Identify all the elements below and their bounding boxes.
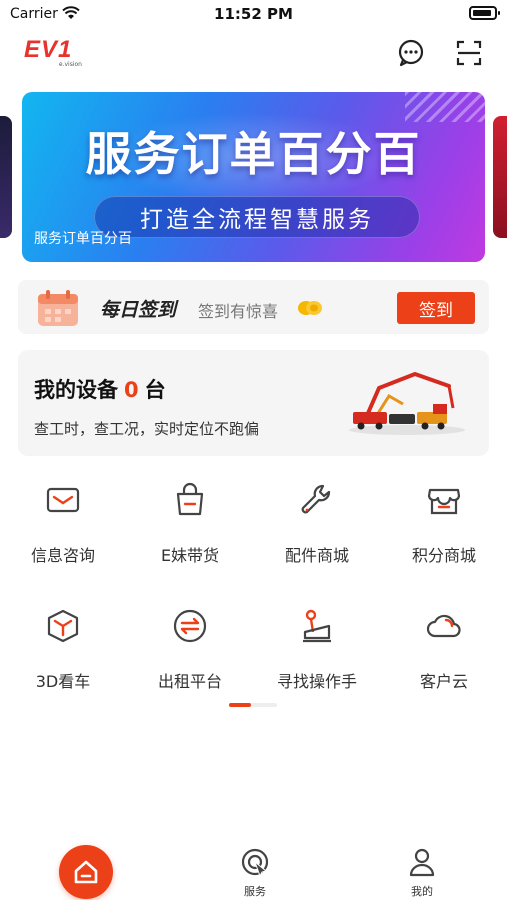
grid-item-e-goods[interactable]: E妹带货 [127,476,253,576]
grid-page-indicator-active [229,703,251,707]
grid-item-label: 信息咨询 [30,546,95,565]
grid-item-label: 配件商城 [284,546,349,565]
grid-page-indicator [229,703,277,707]
device-count: 0 [124,378,139,402]
device-title-suffix: 台 [144,378,166,402]
tab-mine[interactable]: 我的 [392,847,452,899]
banner-subline: 打造全流程智慧服务 [94,196,420,238]
grid-item-info[interactable]: 信息咨询 [0,476,126,576]
checkin-button[interactable]: 签到 [397,292,475,324]
cube-icon [47,609,79,643]
grid-item-label: E妹带货 [160,546,220,565]
daily-checkin-bar: 每日签到 签到有惊喜 签到 [18,280,489,334]
bottom-tab-bar: 服务 我的 [0,835,507,900]
banner-next-slide[interactable] [493,116,507,238]
logo-subtext: e.vision [58,61,82,68]
battery-icon [469,6,500,20]
grid-item-label: 3D看车 [35,672,91,691]
service-icon [241,848,269,878]
calendar-icon [34,288,86,332]
exchange-icon [173,609,207,643]
tab-home[interactable] [59,845,113,899]
tab-service[interactable]: 服务 [225,847,285,899]
brand-logo: EV1 e.vision [24,36,84,68]
banner-prev-slide[interactable] [0,116,12,238]
banner-headline: 服务订单百分百 [85,127,422,181]
tab-mine-label: 我的 [411,885,433,898]
device-title: 我的设备 0 台 [34,374,166,404]
machinery-illustration [349,372,465,435]
app-header: EV1 e.vision [0,28,507,80]
grid-item-label: 积分商城 [411,546,476,565]
grid-item-rental[interactable]: 出租平台 [127,602,253,702]
grid-item-points-mall[interactable]: 积分商城 [381,476,507,576]
scan-icon [456,40,482,66]
person-icon [409,848,435,877]
mail-icon [46,487,80,513]
banner-carousel[interactable]: 服务订单百分百 打造全流程智慧服务 服务订单百分百 [0,92,507,262]
checkin-hint: 签到有惊喜 [198,302,279,321]
checkin-title: 每日签到 [100,299,177,321]
joystick-icon [303,609,331,643]
grid-item-label: 出租平台 [157,672,222,691]
clock: 11:52 PM [214,5,293,23]
banner-slide[interactable]: 服务订单百分百 打造全流程智慧服务 服务订单百分百 [22,92,485,262]
my-devices-card[interactable]: 我的设备 0 台 查工时，查工况，实时定位不跑偏 [18,350,489,456]
scan-button[interactable] [454,38,484,68]
home-icon [74,860,98,884]
grid-item-3d-view[interactable]: 3D看车 [0,602,126,702]
grid-item-find-operator[interactable]: 寻找操作手 [254,602,380,702]
grid-item-parts-mall[interactable]: 配件商城 [254,476,380,576]
device-description: 查工时，查工况，实时定位不跑偏 [34,420,260,438]
message-button[interactable] [396,38,426,68]
store-icon [427,488,461,515]
coin-icon [297,300,323,320]
grid-item-label: 客户云 [419,672,468,691]
chat-bubble-icon [398,39,424,67]
shopping-bag-icon [176,482,204,516]
banner-caption: 服务订单百分百 [34,231,132,247]
cloud-icon [426,614,461,638]
grid-item-label: 寻找操作手 [276,672,357,691]
wrench-icon [301,484,331,514]
logo-text: EV1 [24,36,73,63]
tab-service-label: 服务 [244,885,266,898]
grid-item-customer-cloud[interactable]: 客户云 [381,602,507,702]
device-title-prefix: 我的设备 [34,378,118,402]
status-bar: Carrier 11:52 PM [0,0,507,28]
